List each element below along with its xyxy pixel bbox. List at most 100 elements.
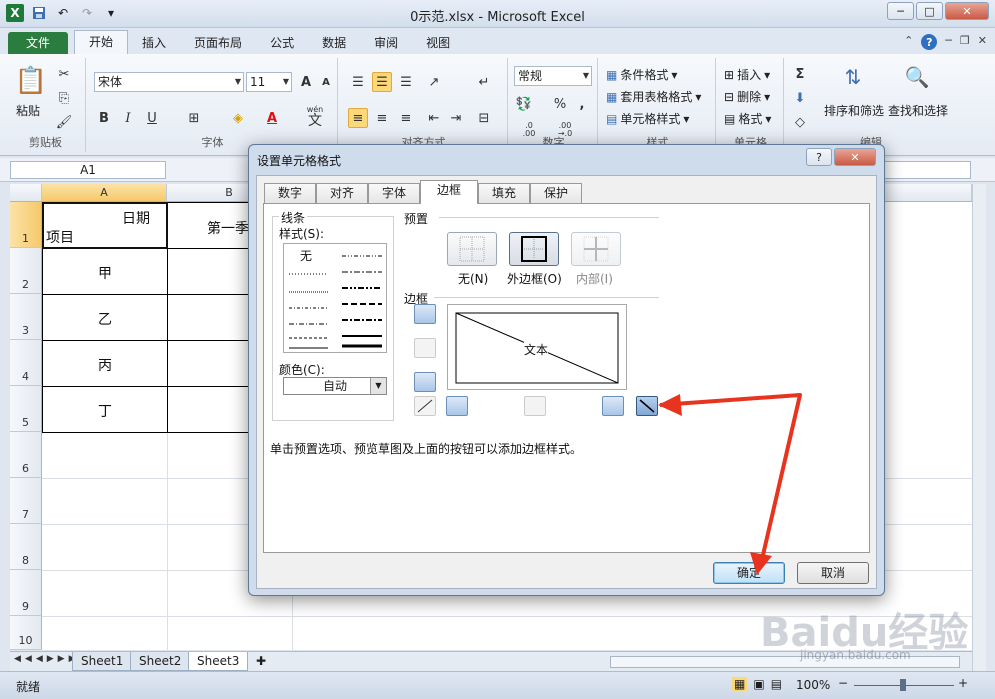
format-cells-button[interactable]: ▤ 格式 ▾ <box>724 110 771 127</box>
help-icon[interactable]: ? <box>921 34 938 50</box>
borders-icon[interactable]: ⊞ <box>184 108 204 128</box>
vertical-scrollbar[interactable] <box>972 184 986 671</box>
merge-cells-icon[interactable]: ⊟ <box>474 108 494 128</box>
increase-indent-icon[interactable]: ⇥ <box>446 108 466 128</box>
ok-button[interactable]: 确定 <box>713 562 785 584</box>
sheet-tab-3[interactable]: Sheet3 <box>188 652 249 671</box>
doc-restore-icon[interactable]: ❐ <box>960 34 970 50</box>
currency-icon[interactable]: 💱 <box>514 94 534 114</box>
row-header-1[interactable]: 1 <box>10 202 42 248</box>
cut-icon[interactable]: ✂ <box>54 64 74 84</box>
dialog-tab-alignment[interactable]: 对齐 <box>316 183 368 203</box>
phonetic-icon[interactable]: wén 文 <box>300 102 330 132</box>
format-painter-icon[interactable]: 🖌 <box>54 112 74 132</box>
line-style-samples[interactable] <box>284 244 386 352</box>
align-middle-icon[interactable]: ☰ <box>372 72 392 92</box>
align-left-icon[interactable]: ≡ <box>348 108 368 128</box>
row-header-5[interactable]: 5 <box>10 386 42 432</box>
italic-button[interactable]: I <box>118 108 138 128</box>
clear-icon[interactable]: ◇ <box>790 112 810 132</box>
tab-data[interactable]: 数据 <box>308 32 360 54</box>
font-color-icon[interactable]: A <box>262 108 282 128</box>
row-header-8[interactable]: 8 <box>10 524 42 570</box>
copy-icon[interactable]: ⎘ <box>54 88 74 108</box>
zoom-level[interactable]: 100% <box>796 678 830 692</box>
row-header-4[interactable]: 4 <box>10 340 42 386</box>
page-layout-view-icon[interactable]: ▣ <box>753 677 764 691</box>
insert-cells-button[interactable]: ⊞ 插入 ▾ <box>724 66 770 83</box>
tab-home[interactable]: 开始 <box>74 30 129 54</box>
zoom-in-button[interactable]: + <box>958 676 968 690</box>
tab-page-layout[interactable]: 页面布局 <box>180 32 256 54</box>
conditional-format-button[interactable]: ▦ 条件格式 ▾ <box>606 66 677 83</box>
select-all-corner[interactable] <box>10 184 42 202</box>
ribbon-minimize-icon[interactable]: ⌃ <box>904 34 913 50</box>
doc-minimize-icon[interactable]: ─ <box>945 34 952 50</box>
line-style-list[interactable]: 无 <box>283 243 387 353</box>
dialog-help-button[interactable]: ? <box>806 148 832 166</box>
preset-none-button[interactable] <box>447 232 497 266</box>
row-header-10[interactable]: 10 <box>10 616 42 650</box>
dialog-tab-number[interactable]: 数字 <box>264 183 316 203</box>
percent-icon[interactable]: % <box>550 94 570 114</box>
cell-styles-button[interactable]: ▤ 单元格样式 ▾ <box>606 110 689 127</box>
find-select-button[interactable]: 查找和选择 <box>888 102 948 119</box>
delete-cells-button[interactable]: ⊟ 删除 ▾ <box>724 88 770 105</box>
align-bottom-icon[interactable]: ☰ <box>396 72 416 92</box>
row-header-9[interactable]: 9 <box>10 570 42 616</box>
tab-insert[interactable]: 插入 <box>128 32 180 54</box>
paste-button[interactable]: 粘贴 <box>16 102 40 119</box>
preset-outline-button[interactable] <box>509 232 559 266</box>
orientation-icon[interactable]: ↗ <box>424 72 444 92</box>
border-inside-vertical-button[interactable] <box>524 396 546 416</box>
sheet-tab-2[interactable]: Sheet2 <box>130 652 191 671</box>
tab-formulas[interactable]: 公式 <box>256 32 308 54</box>
fill-icon[interactable]: ⬇ <box>790 88 810 108</box>
minimize-button[interactable]: ─ <box>887 2 914 20</box>
sort-filter-button[interactable]: 排序和筛选 <box>824 102 884 119</box>
border-diagonal-down-button[interactable] <box>636 396 658 416</box>
wrap-text-icon[interactable]: ↵ <box>474 72 494 92</box>
font-name-select[interactable]: 宋体 ▼ <box>94 72 244 92</box>
border-top-button[interactable] <box>414 304 436 324</box>
bold-button[interactable]: B <box>94 108 114 128</box>
preset-inside-button[interactable] <box>571 232 621 266</box>
row-header-2[interactable]: 2 <box>10 248 42 294</box>
border-inside-horizontal-button[interactable] <box>414 338 436 358</box>
border-left-button[interactable] <box>446 396 468 416</box>
dialog-close-button[interactable]: ✕ <box>834 148 876 166</box>
dialog-tab-font[interactable]: 字体 <box>368 183 420 203</box>
tab-file[interactable]: 文件 <box>8 32 69 54</box>
row-header-7[interactable]: 7 <box>10 478 42 524</box>
find-select-icon[interactable]: 🔍 <box>902 62 932 92</box>
zoom-out-button[interactable]: − <box>838 676 848 690</box>
cancel-button[interactable]: 取消 <box>797 562 869 584</box>
number-format-select[interactable]: 常规 ▼ <box>514 66 592 86</box>
dialog-tab-border[interactable]: 边框 <box>420 180 478 204</box>
page-break-view-icon[interactable]: ▤ <box>771 677 782 691</box>
align-center-icon[interactable]: ≡ <box>372 108 392 128</box>
sheet-tab-1[interactable]: Sheet1 <box>72 652 133 671</box>
tab-review[interactable]: 审阅 <box>360 32 412 54</box>
autosum-icon[interactable]: Σ <box>790 64 810 84</box>
format-as-table-button[interactable]: ▦ 套用表格格式 ▾ <box>606 88 701 105</box>
paste-icon[interactable]: 📋 <box>15 64 47 98</box>
underline-button[interactable]: U <box>142 108 162 128</box>
name-box[interactable]: A1 <box>10 161 166 179</box>
border-right-button[interactable] <box>602 396 624 416</box>
dialog-tab-protection[interactable]: 保护 <box>530 183 582 203</box>
font-size-select[interactable]: 11 ▼ <box>246 72 292 92</box>
border-preview[interactable]: 文本 <box>447 304 627 390</box>
tab-view[interactable]: 视图 <box>412 32 464 54</box>
close-button[interactable]: ✕ <box>945 2 989 20</box>
dialog-tab-fill[interactable]: 填充 <box>478 183 530 203</box>
grow-font-icon[interactable]: A <box>296 72 316 92</box>
maximize-button[interactable]: □ <box>916 2 943 20</box>
insert-sheet-icon[interactable]: ✚ <box>256 654 266 668</box>
align-top-icon[interactable]: ☰ <box>348 72 368 92</box>
border-bottom-button[interactable] <box>414 372 436 392</box>
align-right-icon[interactable]: ≡ <box>396 108 416 128</box>
fill-color-icon[interactable]: ◈ <box>228 108 248 128</box>
sort-filter-icon[interactable]: ⇅ <box>838 62 868 92</box>
doc-close-icon[interactable]: ✕ <box>978 34 987 50</box>
